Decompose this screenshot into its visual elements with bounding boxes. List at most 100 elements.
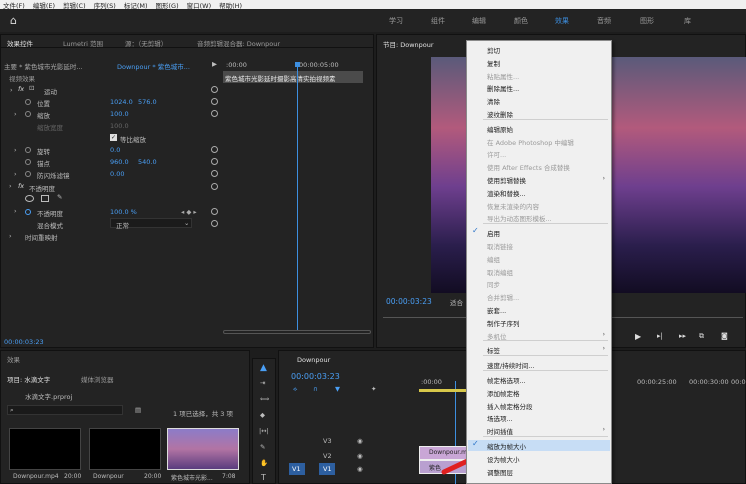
pen-mask-icon[interactable]: ✎ [57,193,62,201]
fx-badge[interactable]: fx [18,85,24,93]
project-search-input[interactable] [7,405,123,415]
workspace-tab[interactable]: 颜色 [514,16,528,26]
position-y[interactable]: 576.0 [138,98,157,106]
chevron-right-icon[interactable]: › [14,207,17,215]
stopwatch-icon[interactable] [25,209,31,215]
context-menu-item[interactable]: 在 Adobe Photoshop 中编辑 [487,137,574,147]
sequence-clip-selector[interactable]: Downpour * 紫色城市... [117,61,190,71]
fx-badge[interactable]: fx [18,182,24,190]
stopwatch-icon[interactable] [25,147,31,153]
project-item[interactable] [167,428,239,470]
context-menu-item[interactable]: 设为帧大小 [487,454,520,464]
master-clip[interactable]: 主要 * 紫色城市光影延时... [4,61,83,71]
pen-icon[interactable]: ✎ [260,443,265,451]
context-menu-item[interactable]: 标签 [487,345,500,355]
context-menu-item[interactable]: 多机位 [487,331,507,341]
slip-icon[interactable]: |↔| [259,427,269,435]
context-menu-item[interactable]: 使用剪辑替换 [487,175,526,185]
chevron-down-icon[interactable]: › [9,182,12,190]
reset-icon[interactable] [211,158,218,165]
chevron-right-icon[interactable]: › [14,146,17,154]
tab-media-browser[interactable]: 媒体浏览器 [81,374,114,384]
reset-icon[interactable] [211,86,218,93]
context-menu-item[interactable]: 合并剪辑... [487,292,519,302]
reset-icon[interactable] [211,170,218,177]
anchor-x[interactable]: 960.0 [110,158,129,166]
track-label-v2[interactable]: V2 [323,452,332,460]
workspace-tab[interactable]: 库 [684,16,691,26]
anchor-y[interactable]: 540.0 [138,158,157,166]
workspace-tab[interactable]: 组件 [431,16,445,26]
razor-icon[interactable]: ◆ [260,411,265,419]
reset-icon[interactable] [211,146,218,153]
workspace-tab[interactable]: 效果 [555,16,569,26]
ec-playhead[interactable] [297,63,298,331]
insert-icon[interactable]: ⧉ [699,332,704,341]
reset-icon[interactable] [211,110,218,117]
chevron-right-icon[interactable]: › [10,86,13,94]
eye-icon[interactable]: ◉ [357,437,363,445]
workspace-tab[interactable]: 学习 [389,16,403,26]
project-item[interactable] [9,428,81,470]
context-menu-item[interactable]: 使用 After Effects 合成替换 [487,162,570,172]
context-menu-item[interactable]: 波纹删除 [487,109,513,119]
context-menu-item[interactable]: 同步 [487,279,500,289]
step-forward-icon[interactable]: ▸| [657,332,663,340]
project-item[interactable] [89,428,161,470]
home-icon[interactable]: ⌂ [10,14,17,27]
workspace-tab[interactable]: 图形 [640,16,654,26]
type-icon[interactable]: T [261,473,266,482]
tab-project[interactable]: 项目: 水滴文字 [7,374,50,384]
context-menu-item[interactable]: 导出为动态图形模板... [487,213,552,223]
tab-effects[interactable]: 效果 [7,354,20,364]
context-menu-item[interactable]: 取消链接 [487,241,513,251]
rotation-value[interactable]: 0.0 [110,146,120,154]
track-select-icon[interactable]: ⇥ [260,379,265,387]
ellipse-mask-icon[interactable] [25,195,34,202]
hand-icon[interactable]: ✋ [260,459,268,467]
stopwatch-icon[interactable] [25,171,31,177]
context-menu-item[interactable]: 恢复未渲染的内容 [487,201,539,211]
work-area-bar[interactable] [419,389,467,392]
reset-icon[interactable] [211,183,218,190]
context-menu-item[interactable]: 删除属性... [487,83,519,93]
position-x[interactable]: 1024.0 [110,98,133,106]
context-menu-item[interactable]: 剪切 [487,45,500,55]
marker-icon[interactable]: ▼ [335,385,340,393]
ripple-edit-icon[interactable]: ⟺ [260,395,269,403]
workspace-tab[interactable]: 编辑 [472,16,486,26]
chevron-right-icon[interactable]: › [14,110,17,118]
context-menu-item[interactable]: 复制 [487,58,500,68]
context-menu-item[interactable]: 帧定格选项... [487,375,526,385]
context-menu-item[interactable]: 粘贴属性... [487,71,519,81]
context-menu-item[interactable]: 插入帧定格分段 [487,401,533,411]
stopwatch-icon[interactable] [25,99,31,105]
uniform-scale-checkbox[interactable]: ✓ [110,134,117,141]
context-menu-item[interactable]: 场选项... [487,413,513,423]
context-menu-item[interactable]: 启用 [487,228,500,238]
wrench-icon[interactable]: ✦ [371,385,376,393]
context-menu-item[interactable]: 渲染和替换... [487,188,526,198]
scale-value[interactable]: 100.0 [110,110,129,118]
bin-icon[interactable]: ▤ [135,406,141,414]
context-menu-item[interactable]: 取消编组 [487,267,513,277]
selection-tool-icon[interactable]: ▲ [260,363,267,373]
chevron-right-icon[interactable]: › [9,232,12,240]
reset-icon[interactable] [211,98,218,105]
ec-scrollbar[interactable] [223,330,371,334]
context-menu-item[interactable]: 编组 [487,254,500,264]
opacity-value[interactable]: 100.0 % [110,208,137,216]
stopwatch-icon[interactable] [25,159,31,165]
collapse-icon[interactable]: ▶ [212,60,217,68]
tab-source[interactable]: 源：（无剪辑） [125,38,167,48]
reset-icon[interactable] [211,220,218,227]
timeline-tab[interactable]: Downpour [297,356,330,364]
eye-icon[interactable]: ◉ [357,465,363,473]
context-menu-item[interactable]: 制作子序列 [487,318,520,328]
play-icon[interactable]: ▶ [635,332,641,341]
reset-icon[interactable] [211,208,218,215]
context-menu-item[interactable]: 时间插值 [487,426,513,436]
context-menu-item[interactable]: 速度/持续时间... [487,360,534,370]
fit-select[interactable]: 适合 [450,297,463,307]
keyframe-nav-icon[interactable]: ◂ ◆ ▸ [181,208,197,216]
